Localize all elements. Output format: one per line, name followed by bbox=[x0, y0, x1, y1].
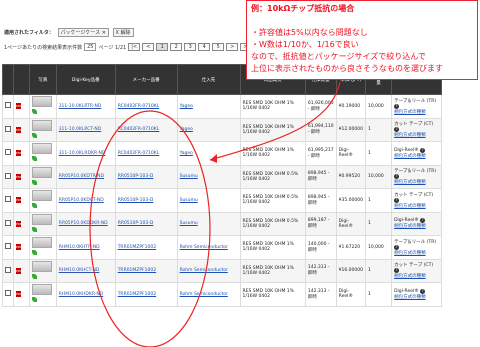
callout-arrow-line bbox=[209, 81, 341, 161]
annotation-callout: 例：10kΩチップ抵抗の場合 ・許容値は5%以内なら問題なし ・W数は1/10か… bbox=[246, 0, 478, 80]
callout-line-4: ・W数は1/10か、1/16で良い bbox=[251, 40, 359, 49]
highlight-ellipse bbox=[89, 110, 211, 347]
callout-arrowhead bbox=[210, 154, 217, 163]
callout-line-2 bbox=[251, 15, 473, 27]
callout-line-6: 上位に表示されたものから良さそうなものを選びます bbox=[251, 64, 443, 73]
callout-line-5: なので、抵抗値とパッケージサイズで絞り込んで bbox=[251, 52, 426, 61]
callout-line-3: ・許容値は5%以内なら問題なし bbox=[251, 28, 368, 37]
callout-line-1: 例：10kΩチップ抵抗の場合 bbox=[251, 4, 355, 13]
